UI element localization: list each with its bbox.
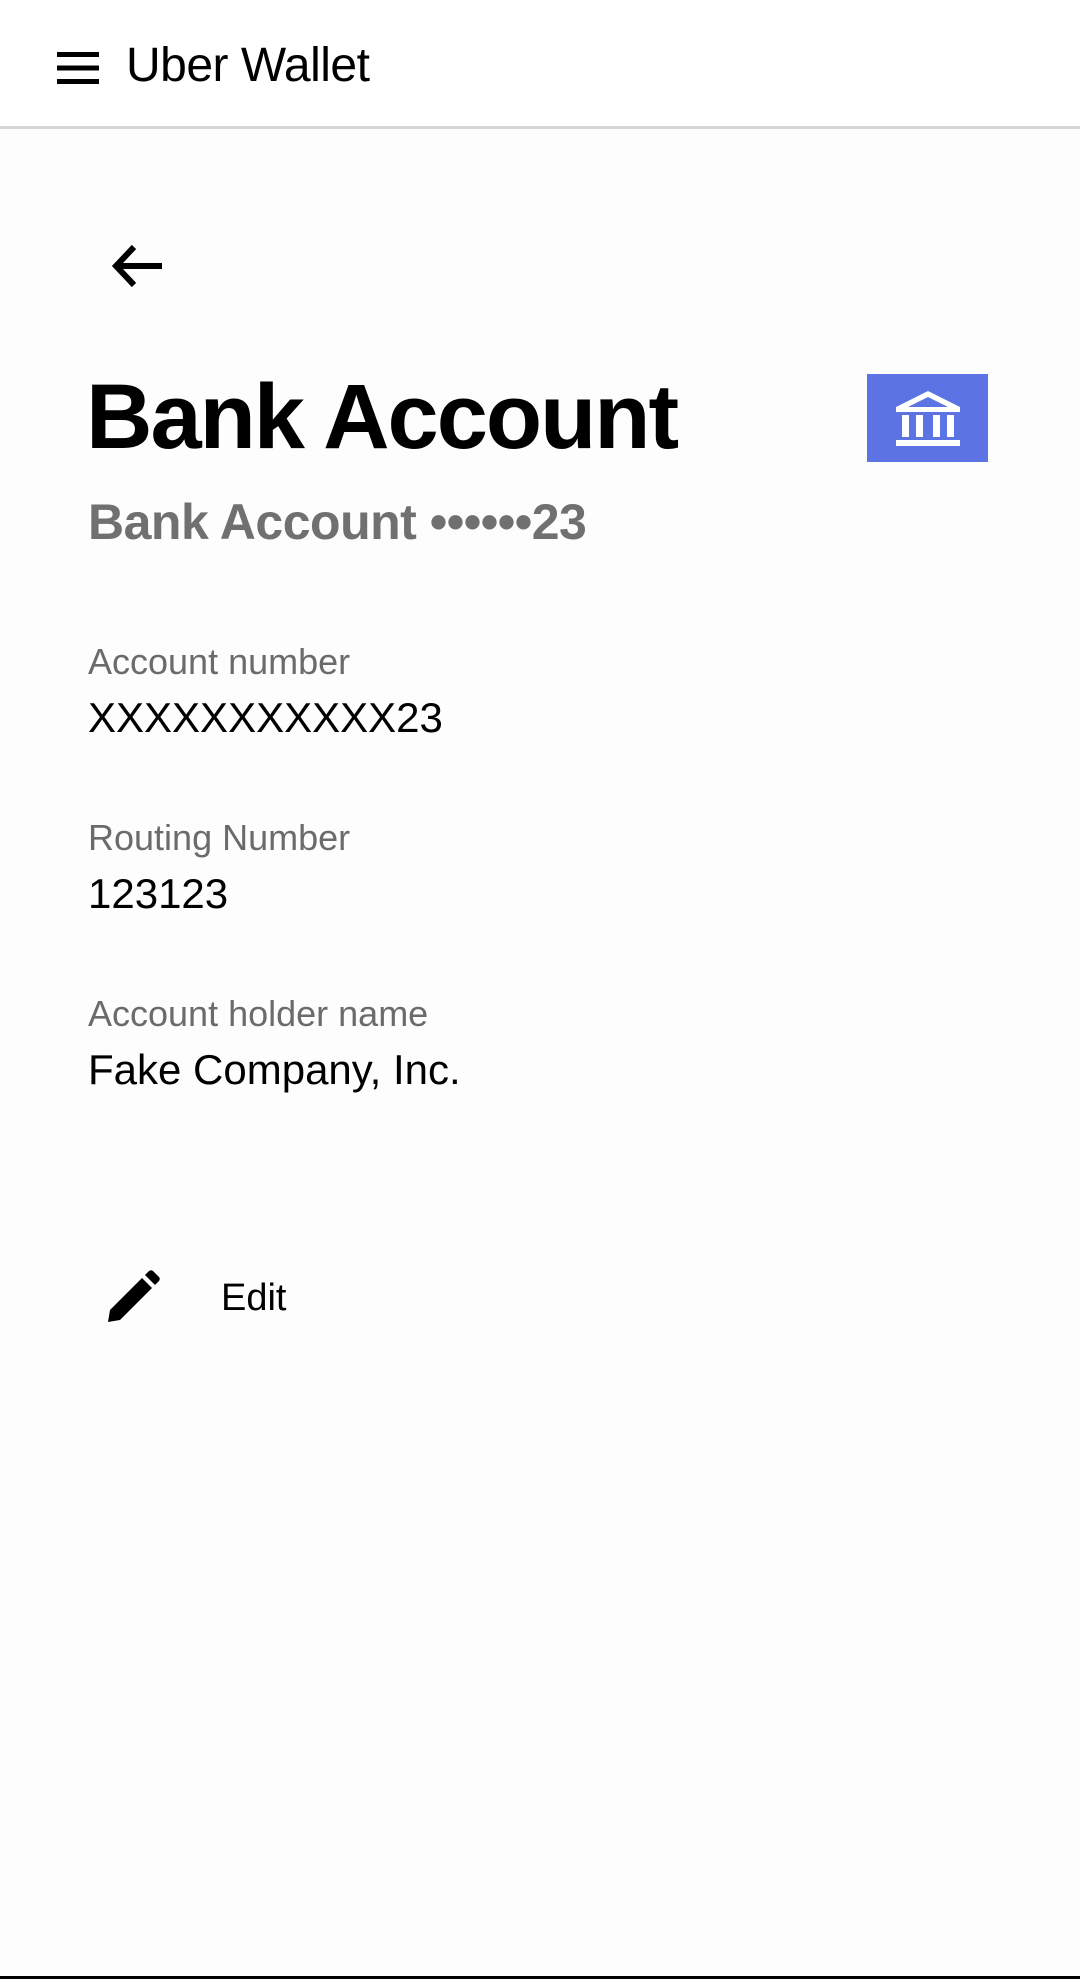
top-app-bar: Uber Wallet [0,0,1080,129]
bank-icon [895,391,960,446]
menu-button[interactable] [48,40,108,96]
account-holder-field: Account holder name Fake Company, Inc. [88,992,461,1094]
page-title: Bank Account [86,366,679,468]
pencil-icon [108,1270,160,1322]
routing-number-value: 123123 [88,870,229,917]
app-title: Uber Wallet [126,39,370,92]
edit-label: Edit [221,1277,287,1319]
account-number-label: Account number [88,641,351,682]
bank-badge [867,374,988,462]
account-number-value: XXXXXXXXXXX23 [88,694,443,741]
edit-icon-wrap [96,1262,168,1334]
account-number-field: Account number XXXXXXXXXXX23 [88,640,443,742]
account-subtitle: Bank Account ••••••23 [88,494,587,550]
back-button[interactable] [102,230,174,302]
routing-number-label: Routing Number [88,817,351,858]
wallet-bank-account-page: Uber Wallet Bank Account Bank Account ••… [0,0,1080,1979]
account-holder-label: Account holder name [88,993,429,1034]
edit-button[interactable]: Edit [96,1262,286,1334]
arrow-left-icon [112,244,162,288]
account-holder-value: Fake Company, Inc. [88,1046,461,1093]
routing-number-field: Routing Number 123123 [88,816,350,918]
hamburger-menu-icon [57,52,99,84]
